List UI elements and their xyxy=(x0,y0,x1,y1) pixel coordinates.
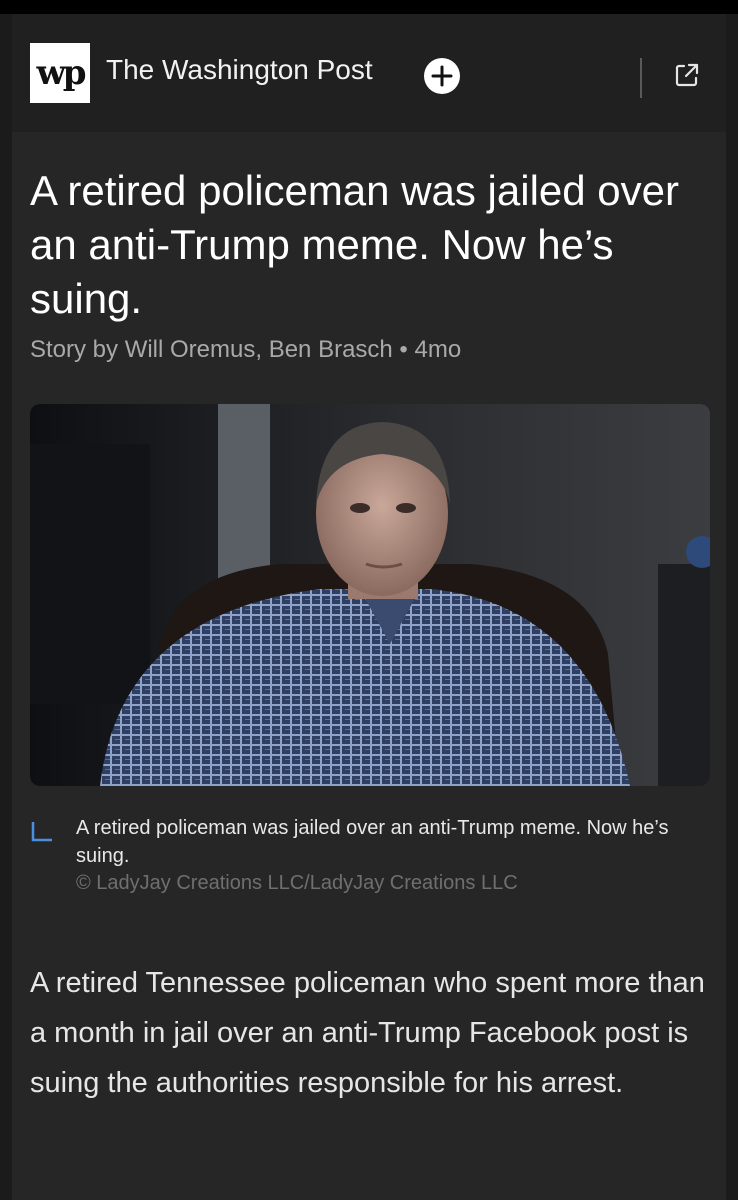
article-card: wp The Washington Post A retired policem… xyxy=(12,14,726,1200)
plus-icon xyxy=(431,65,453,87)
article-byline: Story by Will Oremus, Ben Brasch • 4mo xyxy=(30,336,462,363)
publisher-name[interactable]: The Washington Post xyxy=(106,54,373,86)
photo-caption: A retired policeman was jailed over an a… xyxy=(76,817,669,867)
caption-icon xyxy=(28,820,56,844)
article-title: A retired policeman was jailed over an a… xyxy=(30,167,679,322)
article-photo[interactable] xyxy=(30,404,710,786)
publisher-logo[interactable]: wp xyxy=(30,43,90,103)
status-bar xyxy=(0,0,738,14)
header-divider xyxy=(640,58,642,98)
open-in-browser-button[interactable] xyxy=(672,60,702,90)
publisher-header: wp The Washington Post xyxy=(12,14,726,132)
external-link-icon xyxy=(675,63,699,87)
policeman-photo xyxy=(30,404,710,786)
follow-button[interactable] xyxy=(424,58,460,94)
article-body: A retired Tennessee policeman who spent … xyxy=(30,967,705,1099)
photo-credit: © LadyJay Creations LLC/LadyJay Creation… xyxy=(76,872,518,894)
